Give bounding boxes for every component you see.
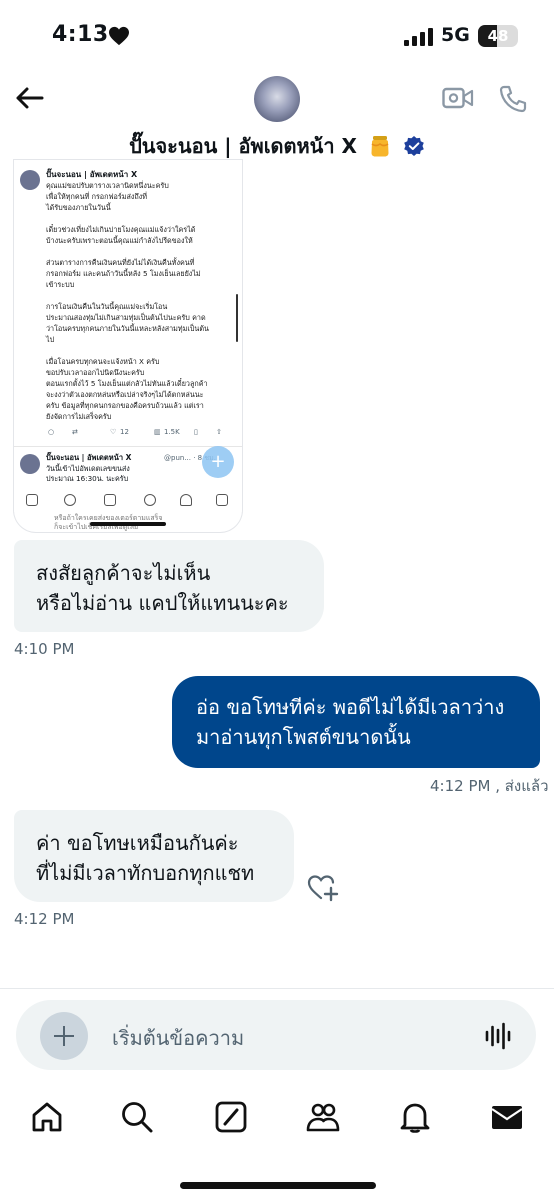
message-timestamp-sent-status: 4:12 PM , ส่งแล้ว: [430, 777, 549, 795]
attachment-screenshot: ปั๊นจะนอน | อัพเดตหน้า X คุณแม่ขอปรับตาร…: [14, 160, 242, 532]
communities-icon[interactable]: [306, 1100, 340, 1134]
honey-pot-icon: [371, 136, 389, 157]
notifications-bell-icon[interactable]: [398, 1100, 432, 1134]
attachment-home-indicator: [90, 522, 166, 526]
like-icon: ♡: [110, 428, 117, 436]
bottom-navigation: [0, 1090, 554, 1150]
conversation-header: ปั๊นจะนอน | อัพเดตหน้า X: [0, 74, 554, 164]
conversation-title[interactable]: ปั๊นจะนอน | อัพเดตหน้า X: [0, 130, 554, 162]
notifications-bell-icon: [180, 494, 192, 506]
attachment-post-text-second: วันนี้เข้าไปอัพเดตเลขขนส่ง ประมาณ 16:30น…: [46, 464, 130, 483]
search-icon[interactable]: [120, 1100, 154, 1134]
attachment-like-count: 12: [120, 428, 129, 436]
phone-call-icon[interactable]: [498, 84, 528, 114]
voice-waveform-icon[interactable]: [484, 1022, 512, 1050]
verified-badge-icon: [404, 136, 424, 156]
attachment-author-avatar: [20, 454, 40, 474]
bookmark-icon: ▯: [194, 428, 198, 436]
contact-name: ปั๊นจะนอน | อัพเดตหน้า X: [129, 134, 357, 158]
attachment-divider: [14, 446, 242, 447]
attachment-view-count: 1.5K: [164, 428, 180, 436]
received-message[interactable]: ค่า ขอโทษเหมือนกันค่ะ ที่ไม่มีเวลาทักบอก…: [14, 810, 294, 902]
image-attachment[interactable]: ปั๊นจะนอน | อัพเดตหน้า X คุณแม่ขอปรับตาร…: [14, 160, 242, 532]
home-indicator: [180, 1182, 376, 1189]
home-icon[interactable]: [30, 1100, 64, 1134]
attachment-author-second: ปั๊นจะนอน | อัพเดตหน้า X: [46, 453, 132, 462]
attachment-post-text: คุณแม่ขอปรับตารางเวลานิดหนึ่งนะครับ เพื่…: [46, 181, 209, 421]
compose-fab-icon: +: [202, 446, 234, 478]
attachment-author-avatar: [20, 170, 40, 190]
status-time: 4:13: [52, 22, 109, 47]
video-call-icon[interactable]: [442, 86, 474, 110]
contact-avatar[interactable]: [254, 76, 300, 122]
status-bar: 4:13 5G 48: [0, 0, 554, 74]
message-timestamp: 4:10 PM: [14, 640, 75, 658]
heart-plus-icon[interactable]: [306, 872, 340, 902]
repost-icon: ⇄: [72, 428, 78, 436]
attachment-post-actions: ○ ⇄ ♡ 12 ▥ 1.5K ▯ ⇧: [44, 428, 240, 442]
message-composer: เริ่มต้นข้อความ: [16, 1000, 536, 1070]
network-type: 5G: [441, 24, 470, 46]
communities-icon: [144, 494, 156, 506]
composer-divider: [0, 988, 554, 989]
sent-message[interactable]: อ่อ ขอโทษทีค่ะ พอดีไม่ได้มีเวลาว่าง มาอ่…: [172, 676, 540, 768]
messages-envelope-icon: [216, 494, 228, 506]
message-timestamp: 4:12 PM: [14, 910, 75, 928]
messages-envelope-icon[interactable]: [490, 1100, 524, 1134]
attachment-scrollbar: [236, 294, 238, 342]
reply-icon: ○: [48, 428, 55, 436]
views-icon: ▥: [154, 428, 161, 436]
home-icon: [26, 494, 38, 506]
grok-icon[interactable]: [214, 1100, 248, 1134]
battery-level: 48: [487, 27, 509, 45]
plus-icon[interactable]: [40, 1012, 88, 1060]
share-icon: ⇧: [216, 428, 222, 436]
battery-icon: 48: [478, 25, 518, 47]
heart-icon: [109, 26, 129, 46]
grok-icon: [104, 494, 116, 506]
search-icon: [64, 494, 76, 506]
received-message[interactable]: สงสัยลูกค้าจะไม่เห็น หรือไม่อ่าน แคปให้แ…: [14, 540, 324, 632]
signal-icon: [404, 28, 433, 46]
message-input[interactable]: เริ่มต้นข้อความ: [112, 1022, 244, 1054]
attachment-tab-bar: [14, 490, 242, 512]
back-arrow-icon[interactable]: [14, 86, 44, 110]
